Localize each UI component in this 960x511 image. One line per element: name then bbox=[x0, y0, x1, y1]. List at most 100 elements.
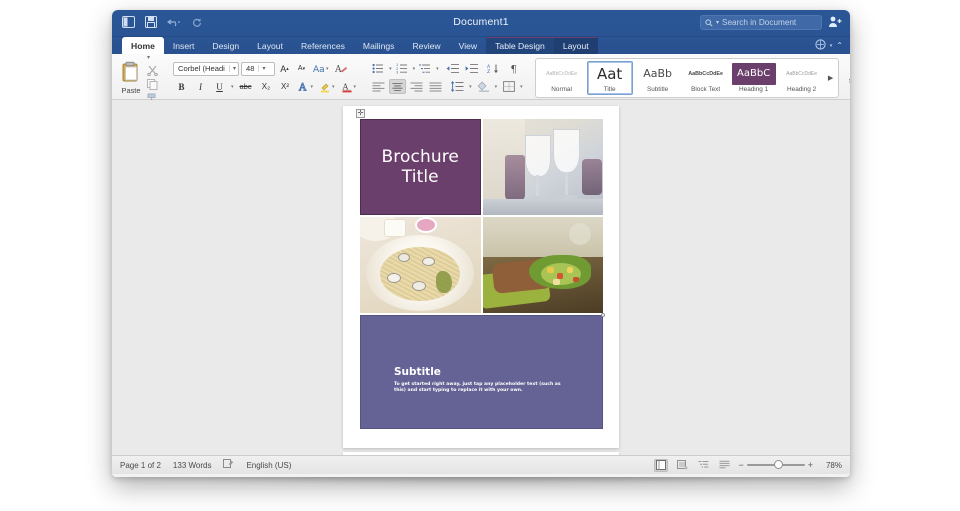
cut-scissors-icon[interactable] bbox=[147, 63, 159, 77]
tab-mailings[interactable]: Mailings bbox=[354, 37, 404, 54]
search-input[interactable]: ▾ Search in Document bbox=[700, 15, 822, 30]
increase-indent-icon[interactable] bbox=[463, 61, 480, 76]
brochure-table: Brochure Title Subtitle To get started r… bbox=[360, 119, 605, 429]
zoom-slider[interactable]: − + bbox=[738, 460, 813, 470]
style-heading-2[interactable]: AaBbCcDdEe Heading 2 bbox=[779, 61, 825, 95]
borders-icon[interactable] bbox=[501, 79, 517, 94]
style-preview-block-text: AaBbCcDdEe bbox=[688, 70, 723, 77]
screenshot-root: Document1 ▾ Search in Document Home Inse… bbox=[0, 0, 960, 511]
font-color-icon[interactable]: A ▾ bbox=[339, 79, 359, 94]
tab-references[interactable]: References bbox=[292, 37, 354, 54]
shading-dropdown-arrow-icon[interactable]: ▾ bbox=[495, 84, 498, 90]
style-subtitle[interactable]: AaBb Subtitle bbox=[635, 61, 681, 95]
text-effects-icon[interactable]: A ▾ bbox=[296, 79, 316, 94]
superscript-button[interactable]: X² bbox=[277, 79, 294, 94]
copy-icon[interactable] bbox=[147, 77, 159, 90]
line-spacing-dropdown-arrow-icon[interactable]: ▾ bbox=[469, 84, 472, 90]
share-person-add-icon[interactable] bbox=[828, 15, 843, 30]
font-size-value: 48 bbox=[246, 64, 255, 73]
grow-font-icon[interactable]: A ▴ bbox=[277, 61, 292, 76]
svg-text:A: A bbox=[341, 82, 348, 91]
numbered-list-icon[interactable]: 123 bbox=[394, 61, 410, 76]
tab-table-design[interactable]: Table Design bbox=[486, 38, 554, 54]
word-count[interactable]: 133 Words bbox=[173, 461, 212, 470]
tab-design[interactable]: Design bbox=[203, 37, 248, 54]
shading-icon[interactable] bbox=[476, 79, 492, 94]
svg-text:Aa: Aa bbox=[313, 65, 325, 74]
zoom-out-button[interactable]: − bbox=[738, 460, 743, 470]
document-page-1[interactable]: ✛ Brochure Title Subtitle To get started… bbox=[343, 106, 619, 448]
pasta-clams-photo[interactable] bbox=[360, 217, 481, 313]
multilevel-dropdown-arrow-icon[interactable]: ▾ bbox=[436, 66, 439, 72]
strikethrough-button[interactable]: abc bbox=[236, 79, 256, 94]
zoom-track[interactable] bbox=[746, 460, 805, 469]
tab-insert[interactable]: Insert bbox=[164, 37, 204, 54]
align-left-icon[interactable] bbox=[370, 79, 387, 94]
chevron-right-icon[interactable]: ▶ bbox=[826, 61, 836, 95]
styles-pane-icon: 1 bbox=[849, 61, 850, 75]
language-indicator[interactable]: English (US) bbox=[246, 461, 291, 470]
italic-button[interactable]: I bbox=[192, 79, 209, 94]
proofing-errors-icon[interactable] bbox=[223, 459, 234, 471]
ribbon-tab-strip: Home Insert Design Layout References Mai… bbox=[112, 37, 850, 54]
document-canvas[interactable]: ✛ Brochure Title Subtitle To get started… bbox=[112, 100, 850, 455]
tab-review[interactable]: Review bbox=[403, 37, 449, 54]
subscript-button[interactable]: X₂ bbox=[258, 79, 275, 94]
paragraph-row-2: ▾ ▾ ▾ bbox=[370, 79, 523, 94]
multilevel-list-icon[interactable] bbox=[417, 61, 433, 76]
draft-view-button[interactable] bbox=[717, 459, 731, 472]
chevron-up-icon[interactable]: ⌃ bbox=[836, 41, 843, 50]
styles-pane-button[interactable]: 1 Styles Pane bbox=[841, 61, 850, 94]
outline-view-button[interactable] bbox=[696, 459, 710, 472]
clear-formatting-icon[interactable]: A bbox=[333, 61, 350, 76]
tab-table-layout[interactable]: Layout bbox=[554, 38, 598, 54]
font-size-combo[interactable]: 48 ▾ bbox=[241, 61, 275, 76]
style-title[interactable]: Aat Title bbox=[586, 60, 633, 95]
zoom-in-button[interactable]: + bbox=[808, 460, 813, 470]
page-indicator[interactable]: Page 1 of 2 bbox=[120, 461, 161, 470]
help-circle-icon[interactable] bbox=[815, 37, 826, 55]
print-layout-view-button[interactable] bbox=[654, 458, 669, 472]
style-preview-normal: AaBbCcDdEe bbox=[546, 70, 578, 77]
help-dropdown-arrow-icon[interactable]: ▾ bbox=[830, 43, 833, 49]
tab-layout[interactable]: Layout bbox=[248, 37, 292, 54]
underline-dropdown-arrow-icon[interactable]: ▾ bbox=[231, 84, 234, 90]
zoom-level-label: 78% bbox=[825, 460, 842, 470]
paragraph-mark-icon[interactable]: ¶ bbox=[507, 61, 522, 76]
bullet-list-icon[interactable] bbox=[370, 61, 386, 76]
sort-az-icon[interactable]: AZ bbox=[485, 61, 502, 76]
resize-handle[interactable] bbox=[601, 313, 605, 317]
tab-view[interactable]: View bbox=[450, 37, 486, 54]
change-case-icon[interactable]: Aa ▾ bbox=[311, 61, 331, 76]
highlight-color-icon[interactable]: ▾ bbox=[317, 79, 337, 94]
zoom-knob[interactable] bbox=[773, 460, 783, 469]
numbering-dropdown-arrow-icon[interactable]: ▾ bbox=[413, 66, 416, 72]
svg-text:Z: Z bbox=[487, 69, 490, 74]
align-center-icon[interactable] bbox=[389, 79, 407, 94]
decrease-indent-icon[interactable] bbox=[444, 61, 461, 76]
chevron-down-icon: ▾ bbox=[228, 65, 236, 72]
borders-dropdown-arrow-icon[interactable]: ▾ bbox=[520, 84, 523, 90]
font-name-combo[interactable]: Corbel (Headi... ▾ bbox=[173, 61, 239, 76]
paste-button[interactable]: Paste bbox=[116, 56, 146, 99]
paste-dropdown-arrow-icon[interactable]: ▾ bbox=[147, 54, 150, 61]
bold-button[interactable]: B bbox=[173, 79, 190, 94]
contextual-tab-group: Table Design Layout bbox=[486, 37, 598, 54]
style-normal[interactable]: AaBbCcDdEe Normal bbox=[539, 61, 585, 95]
table-move-handle[interactable]: ✛ bbox=[356, 109, 365, 118]
shrink-font-icon[interactable]: A ▾ bbox=[294, 61, 309, 76]
style-heading-1[interactable]: AaBbC Heading 1 bbox=[731, 61, 777, 95]
bullets-dropdown-arrow-icon[interactable]: ▾ bbox=[389, 66, 392, 72]
brochure-subtitle-cell[interactable]: Subtitle To get started right away, just… bbox=[360, 313, 605, 429]
style-block-text[interactable]: AaBbCcDdEe Block Text bbox=[683, 61, 729, 95]
brochure-title-cell[interactable]: Brochure Title bbox=[360, 119, 481, 215]
tab-home[interactable]: Home bbox=[122, 37, 164, 54]
web-layout-view-button[interactable] bbox=[675, 459, 689, 472]
salad-wrap-photo[interactable] bbox=[482, 217, 603, 313]
underline-button[interactable]: U bbox=[211, 79, 228, 94]
align-justify-icon[interactable] bbox=[427, 79, 444, 94]
align-right-icon[interactable] bbox=[408, 79, 425, 94]
wine-glasses-photo[interactable] bbox=[482, 119, 603, 215]
paragraph-group: ▾ 123 ▾ ▾ AZ ¶ ▾ ▾ ▾ bbox=[366, 56, 527, 99]
line-spacing-icon[interactable] bbox=[449, 79, 466, 94]
